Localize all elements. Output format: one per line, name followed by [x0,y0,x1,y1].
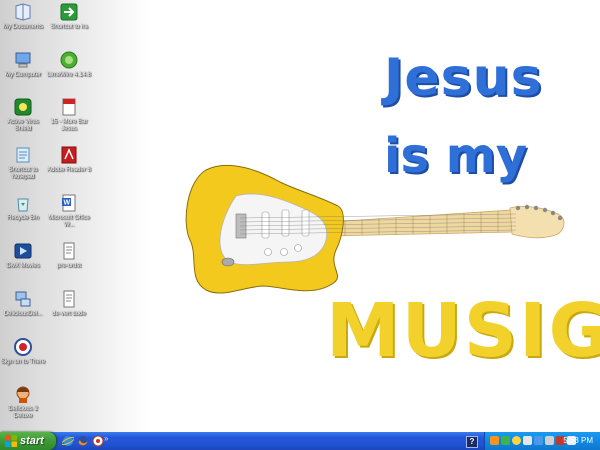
tray-icon-3[interactable] [512,436,521,445]
desktop-icon-notepad[interactable]: Shortcut to Notepad [0,145,46,181]
there-signon-icon [13,337,33,357]
tray-icon-4[interactable] [523,436,532,445]
desktop-icon-sign-on-to-there[interactable]: Sign on to There [0,337,46,366]
guitar-pickups [261,209,310,239]
desktop-icon-recycle-bin[interactable]: Recycle Bin [0,193,46,222]
desktop-icon-deliciousdel[interactable]: DeliciousDel... [0,289,46,318]
desktop-icon-active-virus-shield[interactable]: Active Virus Shield [0,97,46,133]
tray-icon-6[interactable] [545,436,554,445]
notepad-icon [13,145,33,165]
shortcut-arrow-icon [59,2,79,22]
pdf-file-icon [59,97,79,117]
desktop-icon-delicious-2-deluxe[interactable]: Delicious 2 Deluxe [0,384,46,420]
svg-text:W: W [64,200,71,207]
my-documents-icon [13,2,33,22]
desktop-icon-divx-movies[interactable]: DivX Movies [0,241,46,270]
adobe-reader-icon [59,145,79,165]
desktop-icon-word-document[interactable]: W Microsoft Office W... [46,193,92,229]
my-computer-icon [13,50,33,70]
guitar-headstock [509,206,565,239]
start-label: start [20,435,44,447]
guitar-neck [329,209,515,237]
clock[interactable]: 5:53 PM [563,432,593,450]
start-button[interactable]: start [0,432,56,450]
firefox-icon[interactable] [77,435,89,447]
antivirus-icon [13,97,33,117]
help-icon[interactable]: ? [466,436,478,448]
word-document-icon: W [59,193,79,213]
divx-icon [13,241,33,261]
desktop-icon-my-documents[interactable]: My Documents [0,2,46,31]
tray-icon-2[interactable] [501,436,510,445]
taskbar: start » ? 5:53 PM [0,432,600,450]
desktop: Jesus is my MUSIG My Documents Shortcut … [0,0,600,432]
wallpaper-text-jesus: Jesus [384,48,543,108]
wallpaper-text-music: MUSIG [326,288,600,374]
wallpaper-text-is-my: is my [384,128,528,184]
tray-icon-1[interactable] [490,436,499,445]
system-tray: 5:53 PM [484,432,600,450]
guitar-jack [221,257,235,267]
recycle-bin-icon [13,193,33,213]
desktop-icon-pre-ordst[interactable]: pre-ordst [46,241,92,270]
desktop-icon-adobe-reader[interactable]: Adobe Reader 8 [46,145,92,174]
windows-flag-icon [5,435,17,447]
delicious-game-icon [13,384,33,404]
text-file-icon [59,241,79,261]
limewire-icon [59,50,79,70]
media-icon[interactable] [92,435,104,447]
internet-explorer-icon[interactable] [62,435,74,447]
text-file-icon [59,289,79,309]
desktop-icon-shortcut-ira[interactable]: Shortcut to ira [46,2,92,31]
tray-icon-5[interactable] [534,436,543,445]
desktop-icon-limewire[interactable]: LimeWire 4.14.8 [46,50,92,79]
desktop-icon-my-computer[interactable]: My Computer [0,50,46,79]
network-icon [13,289,33,309]
desktop-icon-de-vert-dude[interactable]: de-vert dude [46,289,92,318]
quick-launch-expand[interactable]: » [104,434,108,443]
desktop-icon-pdf-jesus[interactable]: 15 - More Bar Jesus [46,97,92,133]
